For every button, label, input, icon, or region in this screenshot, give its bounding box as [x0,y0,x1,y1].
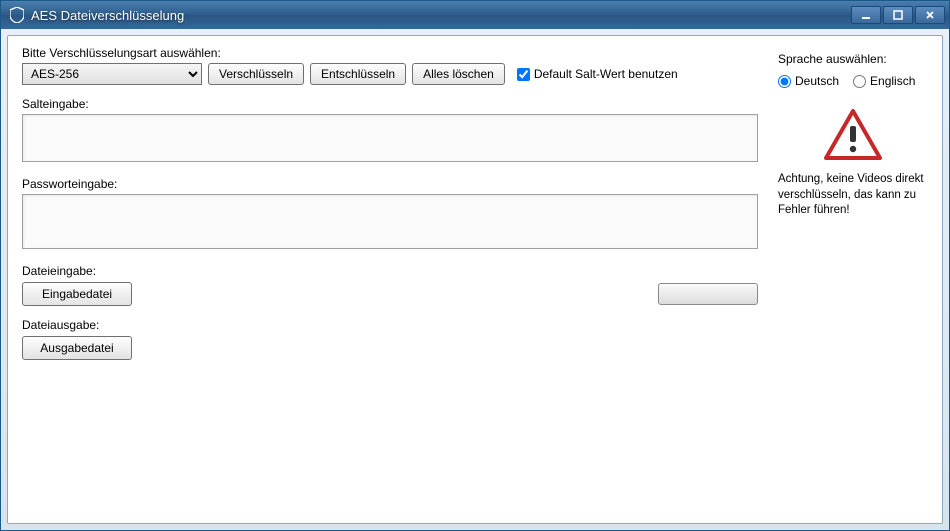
default-salt-wrapper[interactable]: Default Salt-Wert benutzen [517,67,678,81]
app-window: AES Dateiverschlüsselung Bitte Verschlüs… [0,0,950,531]
minimize-button[interactable] [851,6,881,24]
input-file-button[interactable]: Eingabedatei [22,282,132,306]
output-file-button[interactable]: Ausgabedatei [22,336,132,360]
clear-button[interactable]: Alles löschen [412,63,505,85]
file-input-block: Dateieingabe: Eingabedatei [22,264,758,306]
language-radios: Deutsch Englisch [778,74,928,88]
salt-input[interactable] [22,114,758,162]
file-input-label: Dateieingabe: [22,264,758,278]
window-title: AES Dateiverschlüsselung [31,8,851,23]
extra-button[interactable] [658,283,758,305]
titlebar: AES Dateiverschlüsselung [1,1,949,29]
toolbar-row: AES-256 Verschlüsseln Entschlüsseln Alle… [22,63,758,85]
encrypt-button[interactable]: Verschlüsseln [208,63,304,85]
file-output-label: Dateiausgabe: [22,318,758,332]
window-controls [851,6,945,24]
warning-icon [823,108,883,162]
password-input[interactable] [22,194,758,249]
shield-icon [9,7,25,23]
radio-german[interactable]: Deutsch [778,74,839,88]
radio-german-input[interactable] [778,75,791,88]
content-area: Bitte Verschlüsselungsart auswählen: AES… [7,35,943,524]
close-button[interactable] [915,6,945,24]
algorithm-prompt: Bitte Verschlüsselungsart auswählen: [22,46,758,60]
main-column: Bitte Verschlüsselungsart auswählen: AES… [22,46,758,513]
salt-label: Salteingabe: [22,97,758,111]
algorithm-select[interactable]: AES-256 [22,63,202,85]
file-output-block: Dateiausgabe: Ausgabedatei [22,318,758,360]
default-salt-label: Default Salt-Wert benutzen [534,67,678,81]
decrypt-button[interactable]: Entschlüsseln [310,63,406,85]
maximize-button[interactable] [883,6,913,24]
radio-english[interactable]: Englisch [853,74,915,88]
salt-block: Salteingabe: [22,97,758,165]
password-block: Passworteingabe: [22,177,758,252]
side-column: Sprache auswählen: Deutsch Englisch Acht… [778,46,928,513]
radio-german-label: Deutsch [795,74,839,88]
radio-english-label: Englisch [870,74,915,88]
language-label: Sprache auswählen: [778,52,928,66]
default-salt-checkbox[interactable] [517,68,530,81]
password-label: Passworteingabe: [22,177,758,191]
radio-english-input[interactable] [853,75,866,88]
warning-text: Achtung, keine Videos direkt verschlüsse… [778,172,928,219]
